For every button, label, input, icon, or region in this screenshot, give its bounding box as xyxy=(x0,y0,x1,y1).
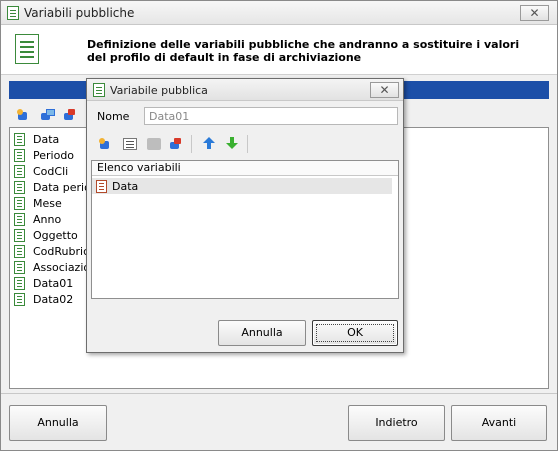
disabled-icon xyxy=(147,138,161,150)
arrow-up-icon[interactable] xyxy=(202,137,216,149)
variable-icon xyxy=(14,149,25,162)
variable-dialog: Variabile pubblica ✕ Nome Elenco variabi… xyxy=(86,78,404,353)
document-icon xyxy=(7,6,19,20)
variable-icon xyxy=(14,181,25,194)
header-band: Definizione delle variabili pubbliche ch… xyxy=(1,25,557,75)
header-description: Definizione delle variabili pubbliche ch… xyxy=(87,38,520,64)
variable-icon xyxy=(14,165,25,178)
dialog-close-button[interactable]: ✕ xyxy=(370,82,399,98)
edit-variable-icon[interactable] xyxy=(40,109,55,121)
name-label: Nome xyxy=(97,110,130,123)
variable-icon xyxy=(14,213,25,226)
variable-icon xyxy=(14,245,25,258)
ok-button[interactable]: OK xyxy=(312,320,398,346)
variable-icon xyxy=(14,229,25,242)
outer-title-bar: Variabili pubbliche ✕ xyxy=(1,1,557,25)
next-button[interactable]: Avanti xyxy=(451,405,547,441)
list-icon[interactable] xyxy=(123,138,137,150)
delete-icon[interactable] xyxy=(169,138,183,150)
outer-window-title: Variabili pubbliche xyxy=(24,6,135,20)
dialog-cancel-button[interactable]: Annulla xyxy=(218,320,306,346)
add-icon[interactable] xyxy=(99,138,113,150)
footer-separator xyxy=(1,393,557,394)
document-list-icon xyxy=(15,34,39,64)
variable-icon xyxy=(14,133,25,146)
cancel-button[interactable]: Annulla xyxy=(9,405,107,441)
toolbar-separator xyxy=(191,135,192,153)
delete-variable-icon[interactable] xyxy=(63,109,77,121)
variable-icon xyxy=(14,293,25,306)
list-item[interactable]: Data xyxy=(92,178,392,194)
add-variable-icon[interactable] xyxy=(17,109,31,121)
variable-icon xyxy=(14,197,25,210)
toolbar-separator xyxy=(247,135,248,153)
back-button[interactable]: Indietro xyxy=(348,405,445,441)
outer-close-button[interactable]: ✕ xyxy=(520,5,549,21)
focus-rect xyxy=(316,324,394,342)
dialog-title: Variabile pubblica xyxy=(110,84,208,97)
variable-icon xyxy=(14,277,25,290)
variable-icon xyxy=(14,261,25,274)
arrow-down-icon[interactable] xyxy=(225,137,239,149)
document-icon xyxy=(93,83,105,97)
name-field[interactable] xyxy=(144,107,398,125)
list-header: Elenco variabili xyxy=(92,161,398,176)
dialog-title-bar: Variabile pubblica ✕ xyxy=(87,79,403,101)
variables-picker-list[interactable]: Elenco variabili Data xyxy=(91,160,399,299)
variable-icon xyxy=(96,180,107,193)
